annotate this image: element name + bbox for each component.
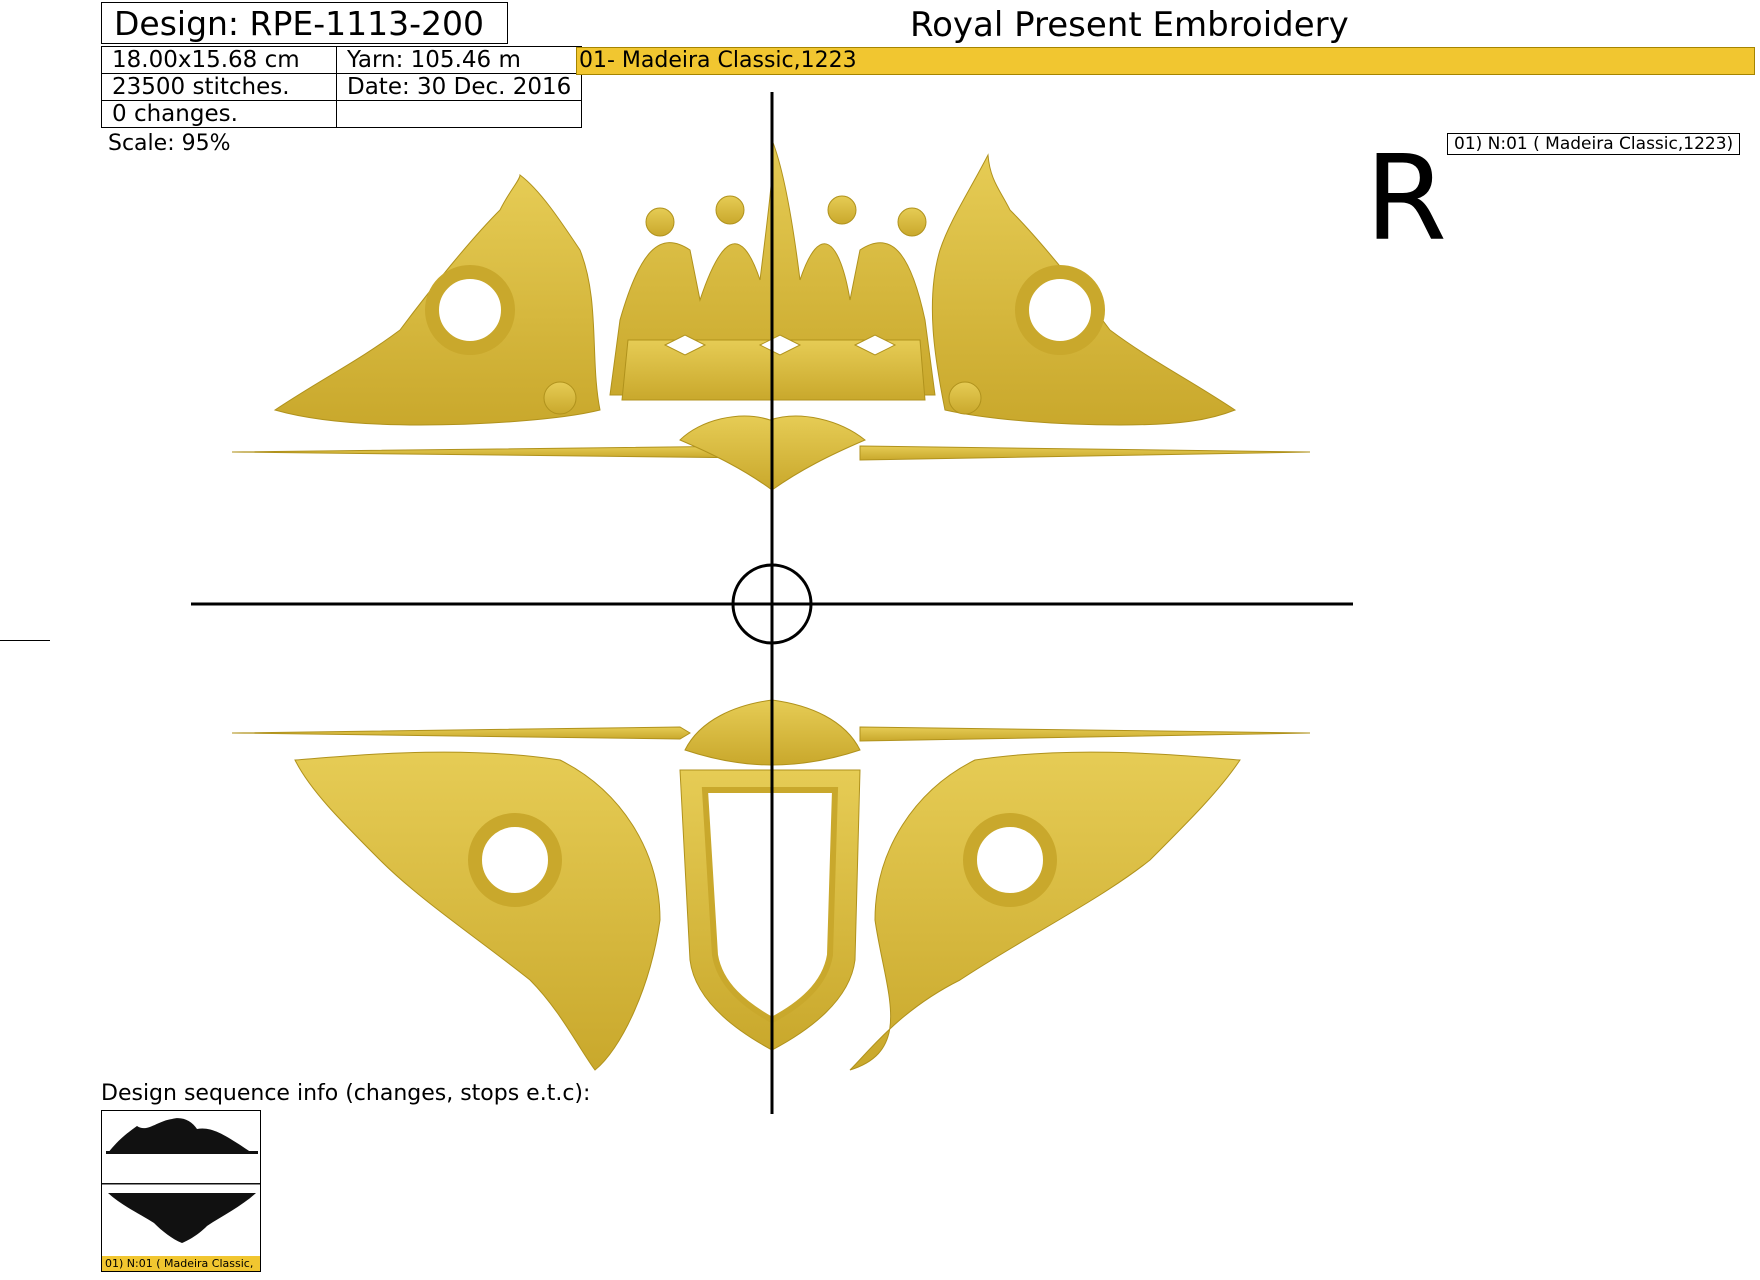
top-bar-right xyxy=(859,445,1311,461)
sequence-caption: 01) N:01 ( Madeira Classic, xyxy=(102,1256,260,1271)
bottom-right-wing xyxy=(849,751,1241,1071)
bottom-left-wing xyxy=(294,751,661,1071)
center-crosshair xyxy=(191,92,1353,1114)
bottom-bar-left xyxy=(231,726,691,740)
sequence-label: Design sequence info (changes, stops e.t… xyxy=(101,1081,591,1106)
thumb-bottom xyxy=(108,1193,256,1243)
bottom-bar-right xyxy=(859,726,1311,742)
thumb-divider xyxy=(102,1183,260,1185)
thumb-top-bar xyxy=(106,1151,258,1154)
sequence-thumbnail xyxy=(102,1118,260,1243)
sequence-thumbnail-box: 01) N:01 ( Madeira Classic, xyxy=(101,1110,261,1272)
top-bar xyxy=(231,445,771,459)
thumb-top xyxy=(108,1118,252,1153)
